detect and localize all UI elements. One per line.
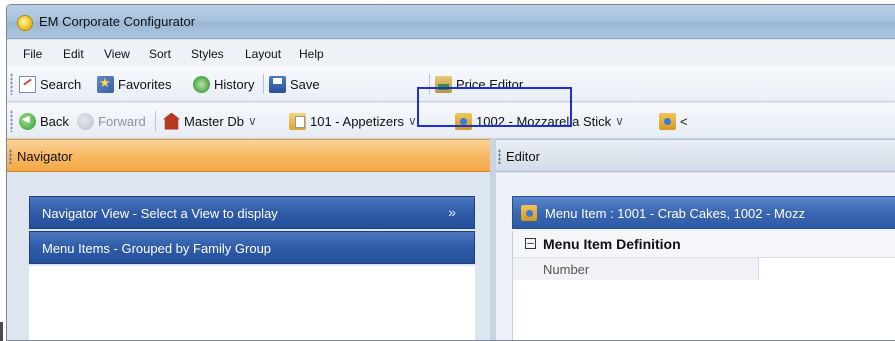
toolbar-separator (155, 111, 156, 131)
forward-label: Forward (98, 113, 146, 129)
window-title: EM Corporate Configurator (39, 14, 196, 29)
toolbar-separator (263, 74, 264, 94)
folder-icon (289, 112, 306, 130)
app-window: EM Corporate Configurator File Edit View… (6, 4, 895, 341)
collapse-toggle-icon[interactable]: – (525, 237, 536, 249)
navigator-body: Navigator View - Select a View to displa… (7, 173, 490, 340)
toolbar-grip[interactable] (10, 73, 13, 95)
editor-body: Menu Item : 1001 - Crab Cakes, 1002 - Mo… (496, 173, 895, 340)
save-button[interactable]: Save (269, 73, 320, 95)
record-title: Menu Item : 1001 - Crab Cakes, 1002 - Mo… (545, 206, 806, 221)
menu-view[interactable]: View (104, 47, 130, 61)
history-label: History (214, 76, 255, 92)
menu-item-icon (521, 205, 537, 221)
menu-styles[interactable]: Styles (191, 47, 224, 61)
breadcrumb-appetizers[interactable]: 101 - Appetizers ∨ (289, 110, 417, 132)
home-icon (163, 112, 180, 130)
menu-item-definition-section: – Menu Item Definition Number (512, 231, 895, 340)
editor-title: Editor (506, 149, 540, 164)
menu-item-icon (659, 112, 676, 130)
menu-edit[interactable]: Edit (63, 47, 84, 61)
save-icon (269, 75, 286, 93)
menu-help[interactable]: Help (299, 47, 324, 61)
navigator-view-selector[interactable]: Navigator View - Select a View to displa… (29, 196, 475, 229)
favorites-icon (97, 75, 114, 93)
navigator-view-label: Navigator View - Select a View to displa… (42, 206, 278, 221)
history-button[interactable]: History (193, 73, 254, 95)
history-icon (193, 75, 210, 93)
favorites-button[interactable]: Favorites (97, 73, 171, 95)
chevron-down-icon[interactable]: ∨ (248, 114, 257, 128)
menu-file[interactable]: File (23, 47, 42, 61)
back-arrow-icon (19, 112, 36, 130)
section-header: – Menu Item Definition (513, 231, 895, 257)
search-label: Search (40, 76, 82, 92)
toolbar-grip[interactable] (10, 110, 13, 132)
forward-arrow-icon (77, 112, 94, 130)
back-label: Back (40, 113, 69, 129)
search-icon (19, 75, 36, 93)
editor-header: Editor (496, 139, 895, 172)
price-editor-highlight (417, 87, 572, 127)
menu-layout[interactable]: Layout (245, 47, 281, 61)
title-bar[interactable]: EM Corporate Configurator (7, 5, 895, 39)
breadcrumb-more[interactable]: < (659, 110, 688, 132)
back-button[interactable]: Back (19, 110, 69, 132)
section-title: Menu Item Definition (543, 236, 681, 252)
forward-button[interactable]: Forward (77, 110, 146, 132)
current-view-label: Menu Items - Grouped by Family Group (42, 241, 272, 256)
property-label: Number (543, 262, 590, 277)
navigator-title: Navigator (17, 149, 73, 164)
property-row-number[interactable]: Number (513, 257, 895, 280)
chevron-down-icon[interactable]: ∨ (615, 114, 624, 128)
editor-record-bar: Menu Item : 1001 - Crab Cakes, 1002 - Mo… (512, 196, 895, 229)
panel-grip[interactable] (498, 149, 501, 164)
breadcrumb-overflow-label: < (680, 113, 688, 129)
app-logo-icon (17, 15, 33, 31)
breadcrumb-label: 101 - Appetizers (310, 113, 404, 129)
navigator-tree[interactable] (29, 266, 475, 340)
navigator-header: Navigator (7, 139, 490, 172)
breadcrumb-label: Master Db (184, 113, 244, 129)
property-label-cell: Number (513, 258, 759, 280)
favorites-label: Favorites (118, 76, 172, 92)
panel-grip[interactable] (9, 149, 12, 164)
double-chevron-down-icon[interactable]: » (448, 204, 456, 220)
search-button[interactable]: Search (19, 73, 81, 95)
chevron-down-icon[interactable]: ∨ (408, 114, 417, 128)
save-label: Save (290, 76, 320, 92)
window-edge (0, 322, 3, 341)
navigator-current-view[interactable]: Menu Items - Grouped by Family Group (29, 231, 475, 264)
menu-sort[interactable]: Sort (149, 47, 171, 61)
menu-bar: File Edit View Sort Styles Layout Help (7, 40, 895, 66)
breadcrumb-master-db[interactable]: Master Db ∨ (163, 110, 257, 132)
